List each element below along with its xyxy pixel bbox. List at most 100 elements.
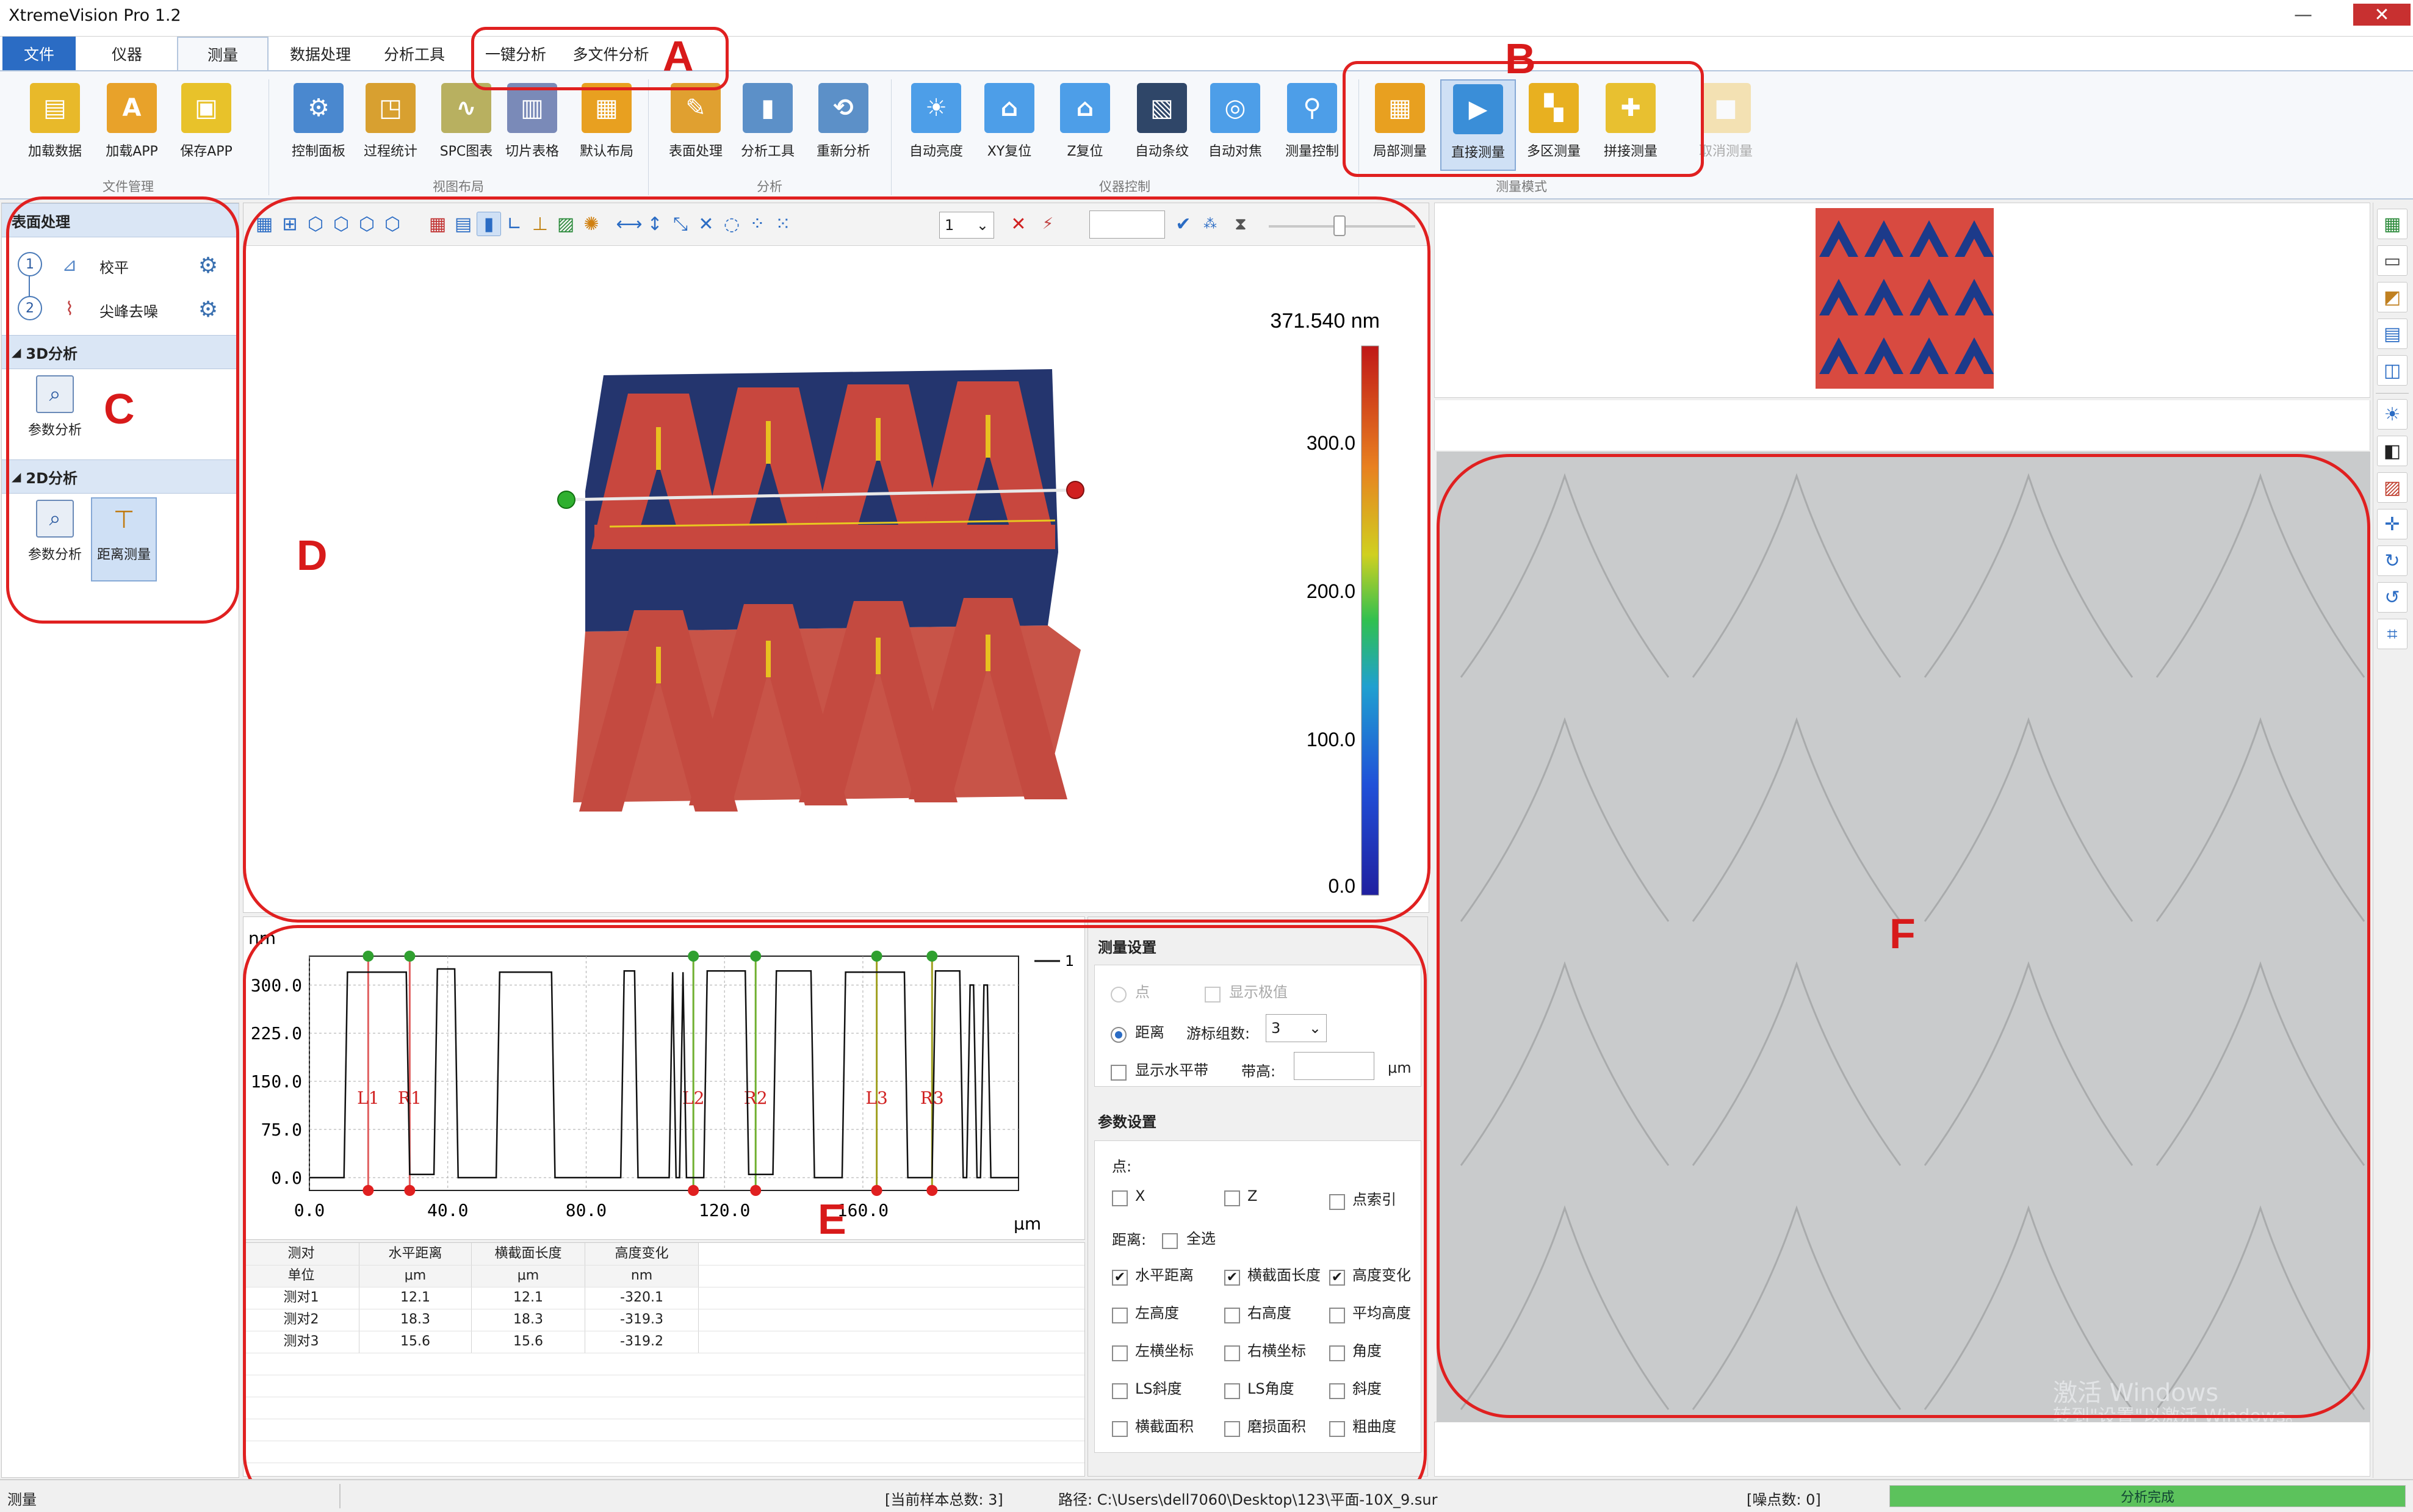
- tab-data-processing[interactable]: 数据处理: [281, 37, 360, 71]
- status-file-path: 路径: C:\Users\dell7060\Desktop\123\平面-10X…: [1058, 1491, 1438, 1508]
- ribbon-button-label: 保存APP: [180, 144, 233, 159]
- group-label-file: 文件管理: [103, 179, 154, 194]
- palette-icon[interactable]: ◩: [2377, 282, 2408, 312]
- ribbon-button-label: XY复位: [987, 144, 1032, 159]
- close-icon: ✕: [2374, 4, 2390, 26]
- microscope-button[interactable]: ⚲ 测量控制: [1274, 79, 1350, 171]
- filter-icon[interactable]: ▨: [2377, 472, 2408, 503]
- spc-chart-button[interactable]: ∿ SPC图表: [428, 79, 504, 171]
- tab-file[interactable]: 文件: [2, 37, 76, 71]
- process-stats-button[interactable]: ◳ 过程统计: [353, 79, 428, 171]
- minimize-icon: —: [2294, 4, 2312, 26]
- z-reset-icon: ⌂: [1060, 83, 1110, 133]
- tab-instrument[interactable]: 仪器: [90, 37, 164, 71]
- sun-button[interactable]: ☀ 自动亮度: [898, 79, 974, 171]
- camera-footer: [1434, 1422, 2370, 1477]
- app-folder-icon: A: [107, 83, 157, 133]
- ribbon-button-label: 切片表格: [505, 144, 559, 159]
- save-button[interactable]: ▣ 保存APP: [168, 79, 244, 171]
- panel-toggle-icon[interactable]: ▭: [2377, 245, 2408, 276]
- group-label-analysis: 分析: [757, 179, 782, 194]
- status-bar: 测量 [当前样本总数: 3] 路径: C:\Users\dell7060\Des…: [0, 1479, 2413, 1512]
- progress-text: 分析完成: [2120, 1490, 2174, 1505]
- annotation-label-e: E: [818, 1195, 846, 1243]
- rotate-cw-icon[interactable]: ↻: [2377, 545, 2408, 576]
- microscope-icon: ⚲: [1287, 83, 1337, 133]
- ribbon-button-label: 重新分析: [816, 144, 870, 159]
- slice-table-icon: ▥: [507, 83, 557, 133]
- spc-chart-icon: ∿: [441, 83, 491, 133]
- close-button[interactable]: ✕: [2353, 4, 2411, 26]
- crosshair-icon[interactable]: ✛: [2377, 509, 2408, 539]
- save-icon: ▣: [181, 83, 231, 133]
- status-noise-count: [噪点数: 0]: [1747, 1491, 1821, 1508]
- thumbnail-panel: [1434, 203, 2370, 398]
- ribbon-button-label: 控制面板: [291, 144, 345, 159]
- minimize-button[interactable]: —: [2274, 4, 2332, 26]
- z-reset-button[interactable]: ⌂ Z复位: [1047, 79, 1123, 171]
- ribbon-button-label: 默认布局: [579, 144, 633, 159]
- annotation-label-b: B: [1505, 35, 1536, 82]
- app-window: XtremeVision Pro 1.2 — ❐ ✕ 文件 仪器 测量 数据处理…: [0, 0, 2413, 1512]
- sun-icon: ☀: [911, 83, 961, 133]
- folder-icon: ▤: [30, 83, 80, 133]
- layout-icon[interactable]: ▤: [2377, 319, 2408, 349]
- ribbon-button-label: 取消测量: [1698, 144, 1753, 159]
- annotation-label-c: C: [104, 385, 135, 433]
- contrast-icon[interactable]: ◧: [2377, 436, 2408, 466]
- highlight-box-d: [243, 196, 1430, 923]
- autofocus-button[interactable]: ◎ 自动对焦: [1197, 79, 1273, 171]
- surface-brush-icon: ✎: [671, 83, 721, 133]
- ribbon-button-label: 加载数据: [27, 144, 82, 159]
- group-label-measure-mode: 测量模式: [1496, 179, 1547, 194]
- app-folder-button[interactable]: A 加载APP: [94, 79, 170, 171]
- title-bar: XtremeVision Pro 1.2 — ❐ ✕: [0, 0, 2413, 37]
- ribbon-button-label: 自动条纹: [1134, 144, 1189, 159]
- annotation-label-a: A: [663, 32, 694, 80]
- group-label-instrument: 仪器控制: [1099, 179, 1150, 194]
- ribbon-button-label: Z复位: [1067, 144, 1103, 159]
- ribbon-button-label: 分析工具: [740, 144, 795, 159]
- annotation-label-f: F: [1889, 910, 1916, 957]
- xy-reset-button[interactable]: ⌂ XY复位: [972, 79, 1047, 171]
- fringe-icon: ▧: [1137, 83, 1187, 133]
- fringe-button[interactable]: ▧ 自动条纹: [1124, 79, 1200, 171]
- process-stats-icon: ◳: [366, 83, 416, 133]
- rotate-ccw-icon[interactable]: ↺: [2377, 582, 2408, 613]
- xy-reset-icon: ⌂: [984, 83, 1034, 133]
- ribbon-button-label: 测量控制: [1285, 144, 1339, 159]
- brightness-icon[interactable]: ☀: [2377, 399, 2408, 430]
- window-title: XtremeVision Pro 1.2: [9, 6, 181, 25]
- group-label-view: 视图布局: [433, 179, 484, 194]
- default-layout-icon: ▦: [582, 83, 632, 133]
- analysis-tools-button[interactable]: ▮ 分析工具: [730, 79, 806, 171]
- ribbon-tab-bar: 文件 仪器 测量 数据处理 分析工具 一键分析 多文件分析: [0, 37, 2413, 71]
- folder-button[interactable]: ▤ 加载数据: [17, 79, 93, 171]
- cancel-measure-icon: ■: [1701, 83, 1751, 133]
- annotation-label-d: D: [297, 531, 328, 579]
- surface-brush-button[interactable]: ✎ 表面处理: [658, 79, 734, 171]
- reanalyze-button[interactable]: ⟲ 重新分析: [806, 79, 881, 171]
- height-map-thumbnail[interactable]: [1816, 208, 1994, 389]
- tab-analysis-tools[interactable]: 分析工具: [375, 37, 454, 71]
- thumbnail-toggle-icon[interactable]: ▦: [2377, 209, 2408, 239]
- tab-measure[interactable]: 测量: [177, 37, 269, 71]
- default-layout-button[interactable]: ▦ 默认布局: [569, 79, 644, 171]
- gears-button[interactable]: ⚙ 控制面板: [281, 79, 356, 171]
- status-sample-count: [当前样本总数: 3]: [885, 1491, 1003, 1508]
- ribbon-button-label: SPC图表: [439, 144, 493, 159]
- window-icon[interactable]: ◫: [2377, 355, 2408, 386]
- ribbon-button-label: 加载APP: [106, 144, 158, 159]
- crop-icon[interactable]: ⌗: [2377, 619, 2408, 649]
- status-mode: 测量: [7, 1491, 37, 1508]
- ribbon-button-label: 表面处理: [668, 144, 723, 159]
- right-toolbar: ▦ ▭ ◩ ▤ ◫ ☀ ◧ ▨ ✛ ↻ ↺ ⌗: [2373, 203, 2411, 1478]
- blank-strip: [1434, 400, 2370, 450]
- slice-table-button[interactable]: ▥ 切片表格: [494, 79, 570, 171]
- ribbon-button-label: 过程统计: [363, 144, 417, 159]
- ribbon-button-label: 自动亮度: [909, 144, 963, 159]
- ribbon-button-label: 自动对焦: [1208, 144, 1262, 159]
- reanalyze-icon: ⟲: [818, 83, 868, 133]
- analysis-progress-bar: 分析完成: [1889, 1485, 2406, 1507]
- analysis-tools-icon: ▮: [743, 83, 793, 133]
